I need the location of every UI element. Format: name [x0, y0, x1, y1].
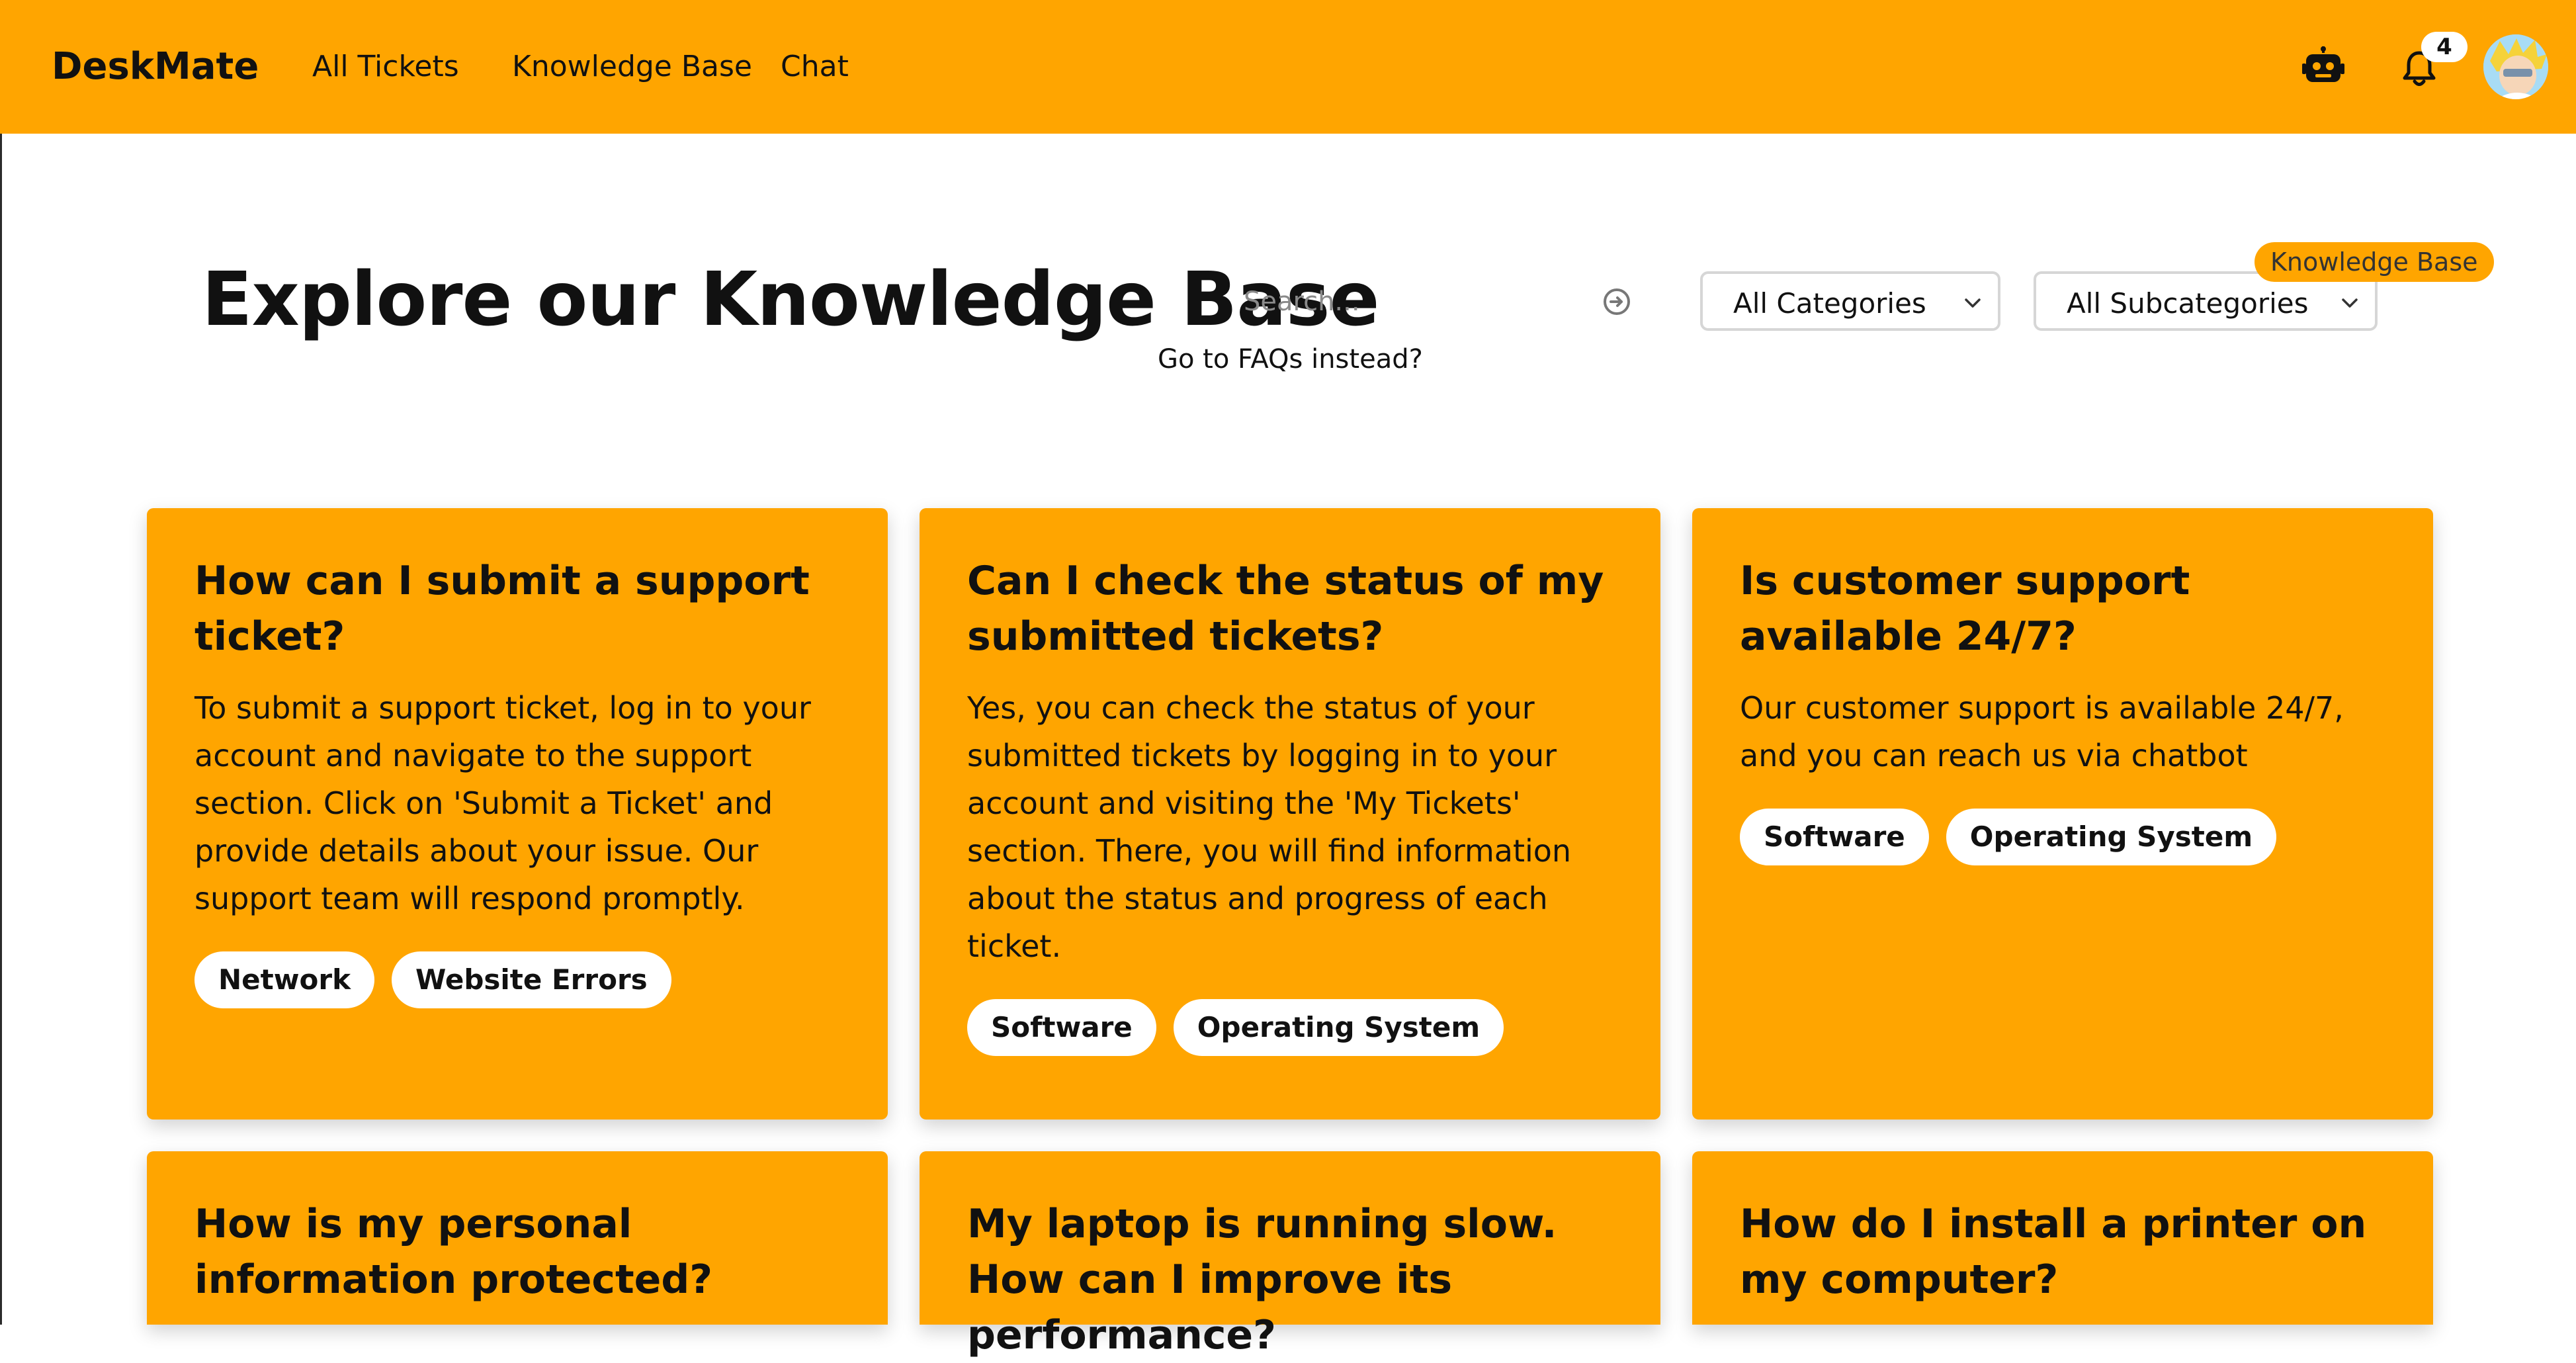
- card-title: My laptop is running slow. How can I imp…: [967, 1201, 1557, 1358]
- page-title: Explore our Knowledge Base: [202, 257, 1380, 343]
- tag-chip[interactable]: Software: [1740, 809, 1929, 865]
- kb-article-card[interactable]: How is my personal information protected…: [147, 1151, 888, 1325]
- card-body: Our customer support is available 24/7, …: [1740, 690, 2344, 773]
- card-body: Yes, you can check the status of your su…: [967, 690, 1572, 964]
- card-title: How is my personal information protected…: [194, 1201, 713, 1303]
- card-title: Can I check the status of my submitted t…: [967, 558, 1604, 660]
- nav-link-knowledge-base[interactable]: Knowledge Base: [512, 50, 752, 83]
- tag-chip[interactable]: Operating System: [1946, 809, 2277, 865]
- brand-logo[interactable]: DeskMate: [52, 45, 259, 88]
- kb-article-card[interactable]: How can I submit a support ticket? To su…: [147, 508, 888, 1120]
- kb-article-card[interactable]: Is customer support available 24/7? Our …: [1692, 508, 2433, 1120]
- faq-link[interactable]: Go to FAQs instead?: [1158, 344, 1423, 374]
- section-pill: Knowledge Base: [2254, 242, 2494, 282]
- subcategory-select-value: All Subcategories: [2067, 287, 2309, 320]
- chevron-down-icon: [1962, 292, 1983, 314]
- nav-link-chat[interactable]: Chat: [781, 50, 849, 83]
- kb-article-card[interactable]: Can I check the status of my submitted t…: [920, 508, 1660, 1120]
- card-tags: Software Operating System: [967, 999, 1504, 1056]
- notification-badge: 4: [2421, 32, 2468, 62]
- tag-chip[interactable]: Operating System: [1173, 999, 1504, 1056]
- card-body: To submit a support ticket, log in to yo…: [194, 690, 811, 916]
- tag-chip[interactable]: Software: [967, 999, 1156, 1056]
- card-title: How can I submit a support ticket?: [194, 558, 810, 660]
- card-tags: Network Website Errors: [194, 951, 671, 1008]
- category-select[interactable]: All Categories: [1700, 271, 2000, 331]
- user-avatar[interactable]: [2483, 34, 2548, 99]
- robot-icon[interactable]: [2302, 46, 2344, 86]
- search-submit-icon[interactable]: [1601, 286, 1633, 318]
- card-title: Is customer support available 24/7?: [1740, 558, 2190, 660]
- category-select-value: All Categories: [1733, 287, 1926, 320]
- tag-chip[interactable]: Website Errors: [392, 951, 671, 1008]
- nav-link-all-tickets[interactable]: All Tickets: [312, 50, 459, 83]
- tag-chip[interactable]: Network: [194, 951, 375, 1008]
- card-tags: Software Operating System: [1740, 809, 2277, 865]
- top-navbar: DeskMate All Tickets Knowledge Base Chat…: [0, 0, 2576, 134]
- kb-article-card[interactable]: How do I install a printer on my compute…: [1692, 1151, 2433, 1325]
- search-input[interactable]: [1230, 271, 1601, 332]
- chevron-down-icon: [2339, 292, 2360, 314]
- search-box: [1230, 271, 1647, 332]
- window-edge: [0, 0, 2, 1325]
- kb-article-card[interactable]: My laptop is running slow. How can I imp…: [920, 1151, 1660, 1358]
- card-title: How do I install a printer on my compute…: [1740, 1201, 2367, 1303]
